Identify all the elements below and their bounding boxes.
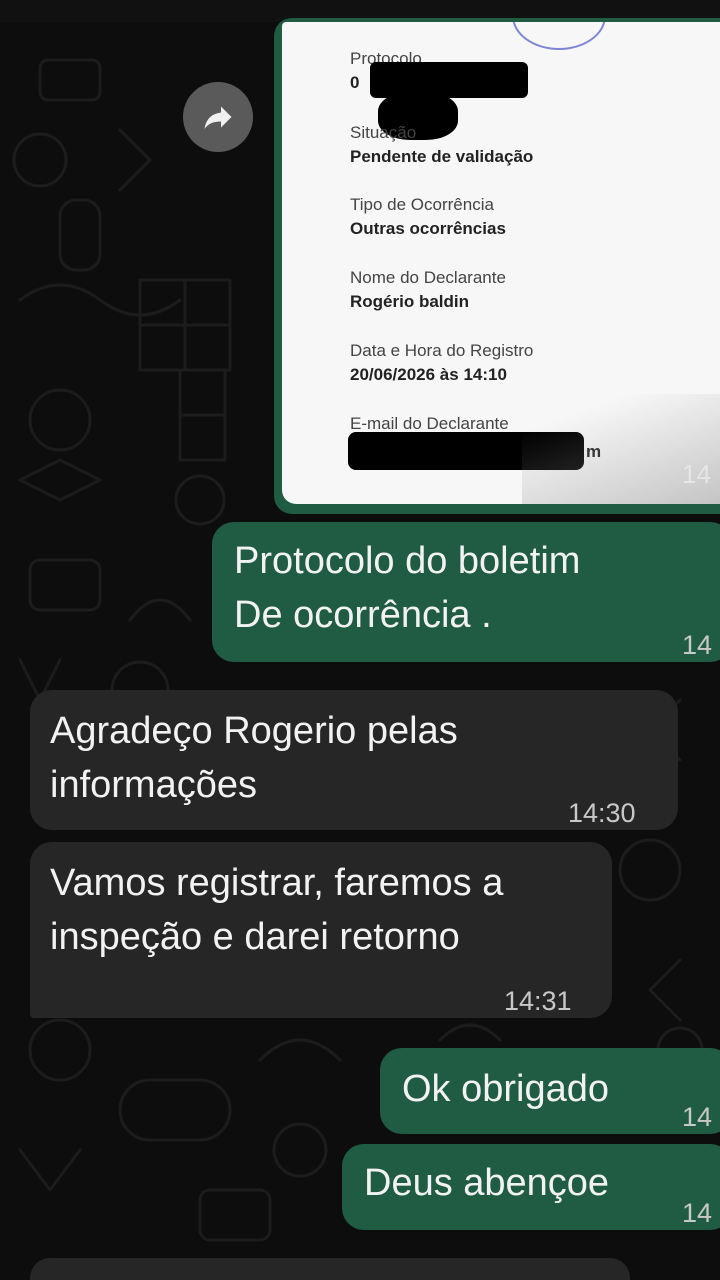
partial-message-bubble[interactable] [30,1258,630,1280]
redaction-mark [370,62,528,98]
occurrence-type-value: Outras ocorrências [350,219,506,238]
message-time: 14 [682,1102,713,1132]
status-field: Situação Pendente de validação [350,122,533,170]
message-text: Vamos registrar, faremos a inspeção e da… [50,862,504,958]
message-time: 14 [682,459,711,489]
message-text: Protocolo do boletim De ocorrência . [234,540,581,636]
declarant-name-field: Nome do Declarante Rogério baldin [350,267,506,315]
outgoing-message-bubble[interactable]: Ok obrigado 14 [380,1048,720,1134]
share-forward-icon [204,106,232,129]
outgoing-message-bubble[interactable]: Protocolo do boletim De ocorrência . 14 [212,522,720,662]
registration-datetime-field: Data e Hora do Registro 20/06/2026 às 14… [350,340,533,388]
message-time: 14:31 [504,986,572,1016]
message-text: Deus abençoe [364,1162,610,1204]
declarant-name-label: Nome do Declarante [350,268,506,287]
message-text: Agradeço Rogerio pelas informações [50,710,458,806]
declarant-name-value: Rogério baldin [350,292,469,311]
chat-window: Protocolo 0 Situação Pendente de validaç… [0,0,720,1280]
registration-datetime-label: Data e Hora do Registro [350,341,534,360]
message-time: 14 [682,1198,713,1228]
message-time: 14:30 [568,798,636,828]
incoming-message-bubble[interactable]: Agradeço Rogerio pelas informações 14:30 [30,690,678,830]
stamp-circle [512,22,606,50]
outgoing-message-bubble[interactable]: Deus abençoe 14 [342,1144,720,1230]
status-label: Situação [350,123,417,142]
incoming-message-bubble[interactable]: Vamos registrar, faremos a inspeção e da… [30,842,612,1018]
occurrence-type-label: Tipo de Ocorrência [350,195,494,214]
registration-datetime-value: 20/06/2026 às 14:10 [350,365,507,384]
message-time: 14 [682,630,713,660]
forward-button[interactable] [183,82,253,152]
occurrence-type-field: Tipo de Ocorrência Outras ocorrências [350,194,506,242]
shared-document-image[interactable]: Protocolo 0 Situação Pendente de validaç… [282,22,720,504]
status-value: Pendente de validação [350,147,534,166]
message-text: Ok obrigado [402,1068,610,1110]
